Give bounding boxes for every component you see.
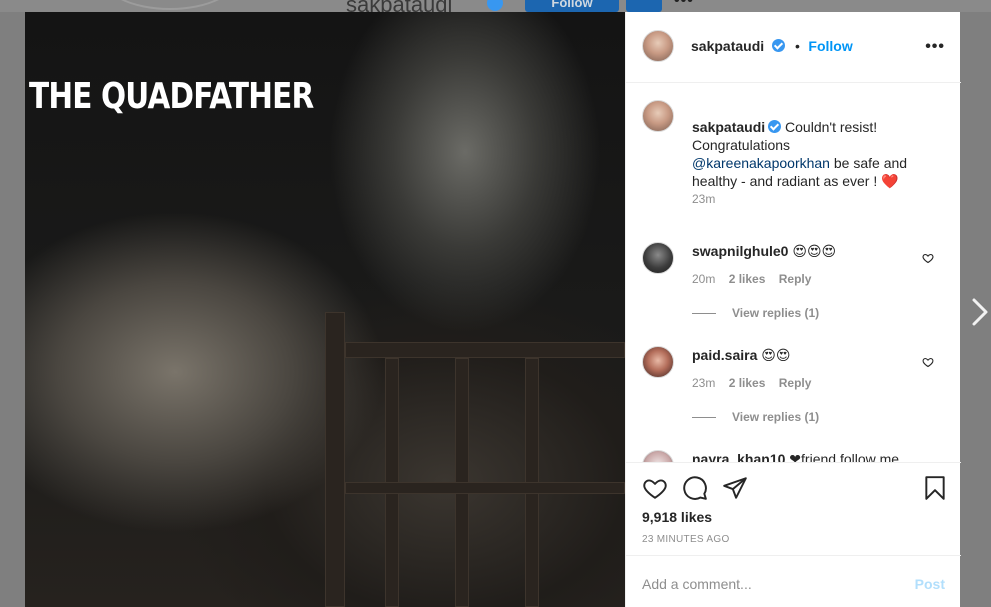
separator-dot: • xyxy=(795,38,800,54)
author-username[interactable]: sakpataudi xyxy=(691,38,764,54)
caption-avatar[interactable] xyxy=(642,100,674,132)
background-more-icon[interactable]: ••• xyxy=(674,0,694,10)
author-avatar[interactable] xyxy=(642,30,674,62)
caption-text: sakpataudi Couldn't resist! Congratulati… xyxy=(692,118,922,190)
more-options-icon[interactable]: ••• xyxy=(925,39,945,55)
post-timestamp[interactable]: 23 MINUTES AGO xyxy=(642,534,730,545)
commenter-avatar[interactable] xyxy=(642,242,674,274)
add-comment-bar: Add a comment... Post xyxy=(626,555,961,607)
reply-button[interactable]: Reply xyxy=(779,376,812,390)
background-profile-header: sakpataudi Follow ••• xyxy=(0,0,991,12)
comments-list[interactable]: sakpataudi Couldn't resist! Congratulati… xyxy=(626,84,961,462)
caption-time[interactable]: 23m xyxy=(692,192,715,206)
chair-rail-top xyxy=(345,342,625,358)
post-actions: 9,918 likes 23 MINUTES AGO xyxy=(626,462,961,555)
comment-text: swapnilghule0 😍😍😍 xyxy=(692,242,922,260)
add-comment-input[interactable]: Add a comment... xyxy=(642,576,752,592)
likes-count[interactable]: 9,918 likes xyxy=(642,509,712,525)
post-comment-button[interactable]: Post xyxy=(915,576,945,592)
commenter-avatar[interactable] xyxy=(642,450,674,462)
view-replies-line xyxy=(692,417,716,419)
background-follow-button[interactable]: Follow xyxy=(525,0,619,12)
post-image[interactable]: THE QUADFATHER xyxy=(25,12,625,607)
save-bookmark-icon[interactable] xyxy=(922,475,948,501)
chair-post xyxy=(325,312,345,607)
view-replies-line xyxy=(692,313,716,315)
caption: sakpataudi Couldn't resist! Congratulati… xyxy=(642,100,952,210)
caption-mention[interactable]: @kareenakapoorkhan xyxy=(692,155,830,171)
image-overlay-text: THE QUADFATHER xyxy=(29,76,314,117)
verified-icon xyxy=(768,120,782,133)
view-replies-button[interactable]: View replies (1) xyxy=(692,306,819,320)
like-comment-heart-icon[interactable] xyxy=(922,252,934,264)
comment-likes[interactable]: 2 likes xyxy=(729,272,766,286)
follow-button[interactable]: Follow xyxy=(808,38,852,54)
background-suggestions-button[interactable] xyxy=(626,0,662,12)
background-username: sakpataudi xyxy=(346,0,452,12)
comment-time[interactable]: 23m xyxy=(692,376,715,390)
share-paper-plane-icon[interactable] xyxy=(722,475,748,501)
comment-username[interactable]: swapnilghule0 xyxy=(692,243,788,259)
commenter-avatar[interactable] xyxy=(642,346,674,378)
background-verified-icon xyxy=(487,0,503,11)
comment-body: 😍😍😍 xyxy=(792,243,837,259)
comment-text: nayra_khan10 ❤friend follow me xyxy=(692,450,932,462)
like-comment-heart-icon[interactable] xyxy=(922,356,934,368)
view-replies-label: View replies (1) xyxy=(732,306,820,320)
list-item: paid.saira 😍😍 23m 2 likes Reply View rep… xyxy=(642,346,952,436)
reply-button[interactable]: Reply xyxy=(779,272,812,286)
background-avatar xyxy=(100,0,240,10)
caption-meta: 23m xyxy=(692,192,725,206)
list-item: nayra_khan10 ❤friend follow me xyxy=(642,450,952,462)
post-modal: THE QUADFATHER sakpataudi • Follow ••• s… xyxy=(25,12,961,607)
comment-text: paid.saira 😍😍 xyxy=(692,346,922,364)
post-header: sakpataudi • Follow ••• xyxy=(626,12,961,83)
comment-meta: 23m 2 likes Reply xyxy=(692,376,821,390)
view-replies-label: View replies (1) xyxy=(732,410,820,424)
post-sidebar: sakpataudi • Follow ••• sakpataudi Could… xyxy=(625,12,961,607)
view-replies-button[interactable]: View replies (1) xyxy=(692,410,819,424)
verified-icon xyxy=(771,39,785,52)
comment-username[interactable]: nayra_khan10 xyxy=(692,451,785,462)
comment-meta: 20m 2 likes Reply xyxy=(692,272,821,286)
comment-time[interactable]: 20m xyxy=(692,272,715,286)
comment-username[interactable]: paid.saira xyxy=(692,347,757,363)
caption-username[interactable]: sakpataudi xyxy=(692,119,765,135)
comment-bubble-icon[interactable] xyxy=(682,475,708,501)
like-heart-icon[interactable] xyxy=(642,475,668,501)
comment-body: 😍😍 xyxy=(761,347,791,363)
comment-body: ❤friend follow me xyxy=(789,451,900,462)
chair-rail-lower xyxy=(345,482,625,494)
comment-likes[interactable]: 2 likes xyxy=(729,376,766,390)
author-info: sakpataudi • Follow xyxy=(691,38,853,56)
next-post-arrow-icon[interactable] xyxy=(968,296,991,328)
list-item: swapnilghule0 😍😍😍 20m 2 likes Reply View… xyxy=(642,242,952,332)
